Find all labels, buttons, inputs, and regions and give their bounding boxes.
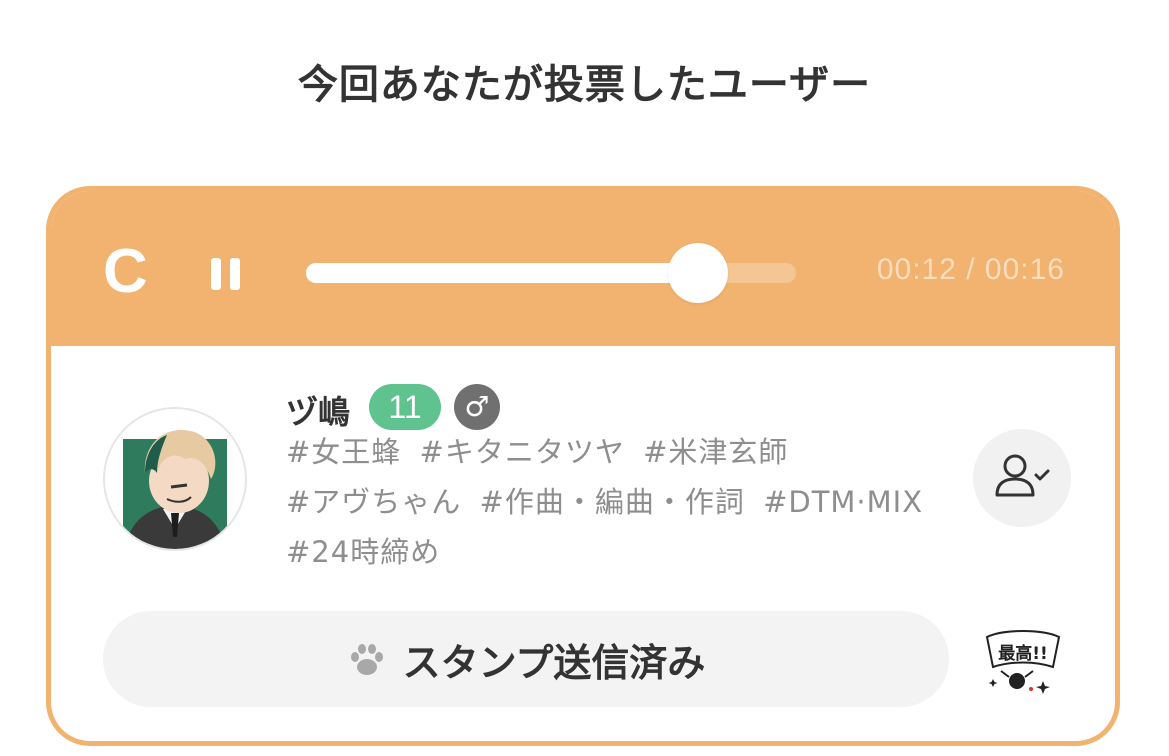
pause-icon-left-bar [211,258,221,290]
tag[interactable]: #女王蜂 [286,435,401,469]
avatar-illustration [123,430,227,549]
tag[interactable]: #DTM·MIX [763,485,923,519]
sticker-image: 最高!! [983,627,1063,697]
level-badge: 11 [369,384,441,430]
tag-list: #女王蜂 #キタニタツヤ #米津玄師 #アヴちゃん #作曲・編曲・作詞 #DTM… [286,427,966,577]
tag[interactable]: #24時締め [286,535,440,569]
sticker-illustration: 最高!! [985,630,1061,694]
pause-icon-right-bar [230,258,240,290]
progress-fill [306,263,698,283]
progress-track[interactable] [306,243,796,303]
stamp-sent-label: スタンプ送信済み [402,640,706,685]
avatar[interactable] [103,407,247,551]
tag[interactable]: #作曲・編曲・作詞 [480,485,745,519]
pause-button[interactable] [211,258,241,290]
audio-player-bar: C 00:12 / 00:16 [51,191,1115,346]
male-gender-icon: ♂ [454,384,500,430]
tag[interactable]: #キタニタツヤ [420,435,625,469]
tag[interactable]: #米津玄師 [643,435,788,469]
paw-icon [350,644,383,675]
tag[interactable]: #アヴちゃん [286,485,461,519]
following-button[interactable] [973,429,1071,527]
stamp-sent-button[interactable]: スタンプ送信済み [103,611,949,707]
progress-knob[interactable] [668,243,728,303]
c-logo-icon: C [103,237,148,306]
voted-user-card: C 00:12 / 00:16 ヅ嶋 11 ♂ #女王蜂 #キタニタツヤ #米津… [46,186,1120,746]
time-readout: 00:12 / 00:16 [876,253,1065,286]
page-title: 今回あなたが投票したユーザー [297,62,872,108]
sticker-text: 最高!! [998,643,1048,664]
user-check-icon [995,454,1050,497]
